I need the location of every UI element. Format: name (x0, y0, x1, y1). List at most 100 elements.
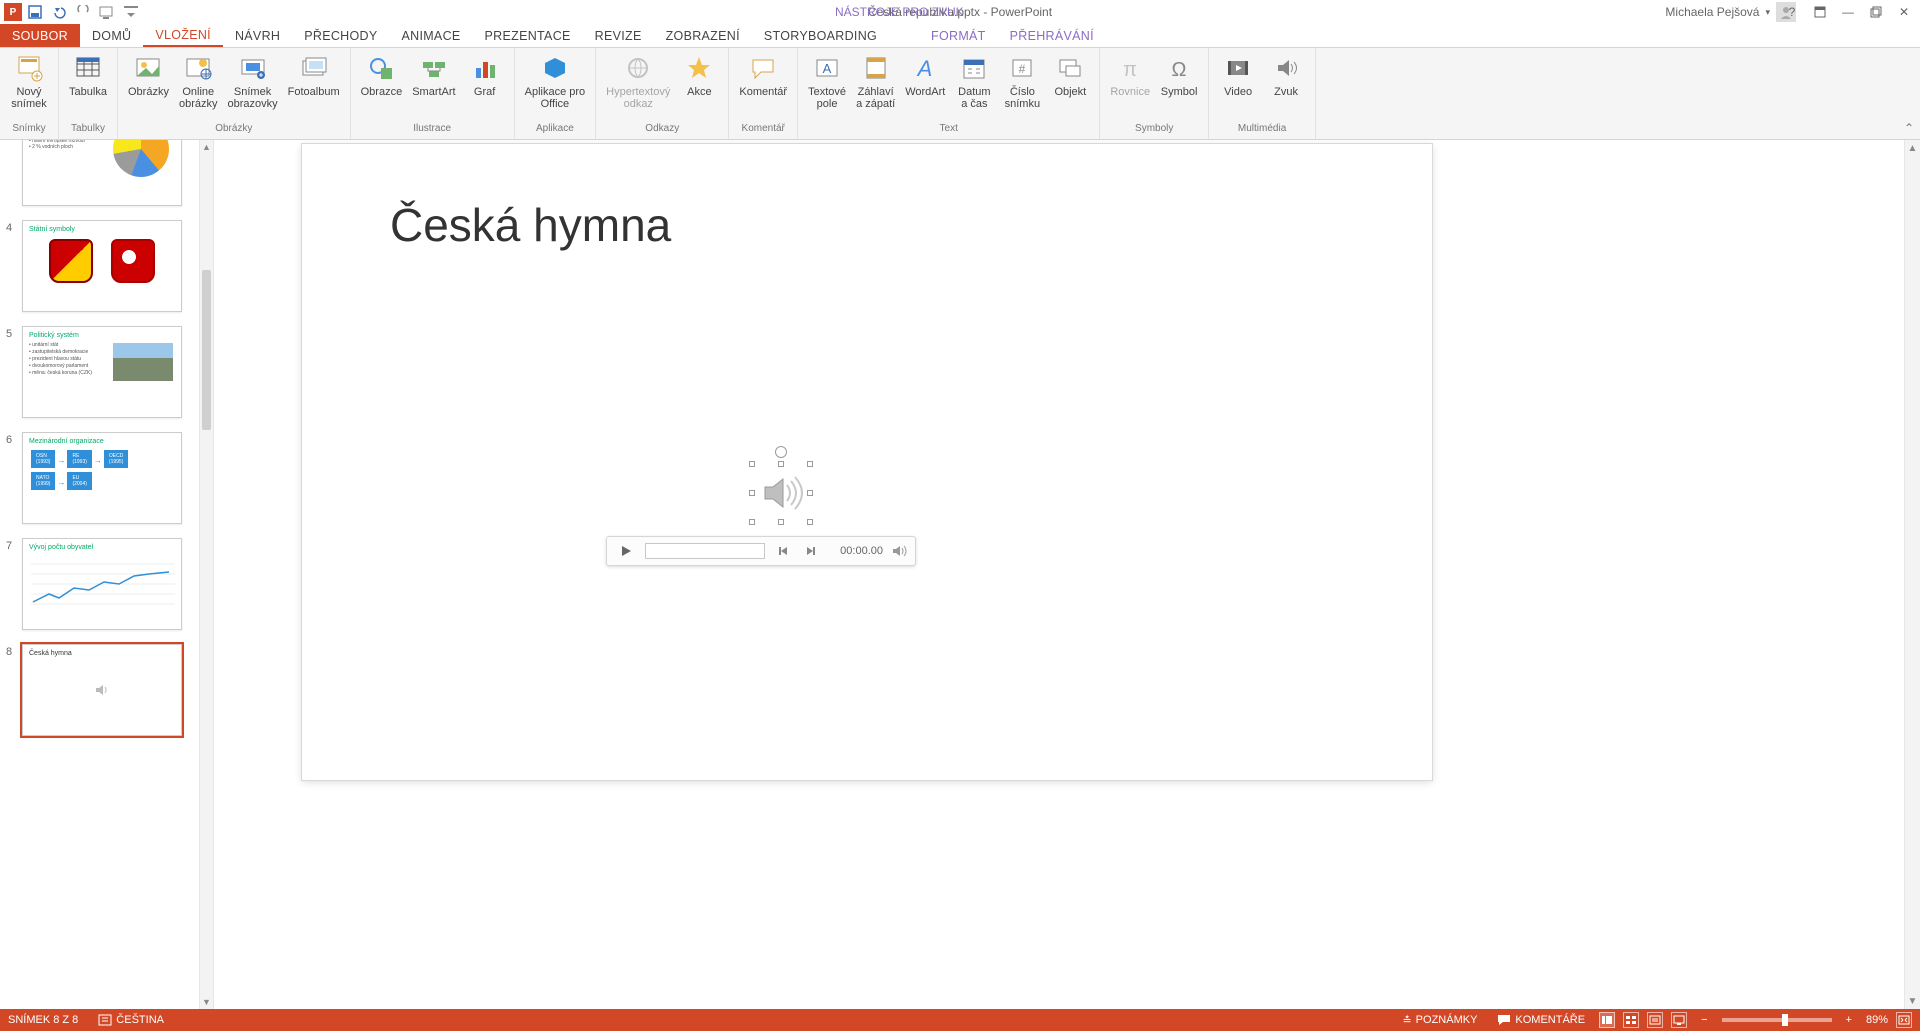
header-footer-button[interactable]: Záhlaví a zápatí (852, 50, 899, 112)
canvas-scrollbar[interactable]: ▲ ▼ (1904, 140, 1920, 1009)
group-label-tables: Tabulky (65, 123, 111, 139)
qat-more-button[interactable] (120, 1, 142, 23)
audio-time: 00:00.00 (840, 545, 883, 557)
slideshow-view-button[interactable] (1671, 1012, 1687, 1028)
wordart-button[interactable]: AWordArt (901, 50, 949, 100)
tab-view[interactable]: ZOBRAZENÍ (654, 24, 752, 47)
redo-button[interactable] (72, 1, 94, 23)
tab-animations[interactable]: ANIMACE (389, 24, 472, 47)
minimize-button[interactable]: — (1836, 2, 1860, 22)
scrollbar-thumb[interactable] (202, 270, 211, 430)
audio-object[interactable]: 00:00.00 (752, 464, 810, 522)
smartart-icon (418, 52, 450, 84)
tab-file[interactable]: SOUBOR (0, 24, 80, 47)
screenshot-button[interactable]: Snímek obrazovky (224, 50, 282, 112)
new-slide-button[interactable]: Nový snímek (6, 50, 52, 112)
slide-title[interactable]: Česká hymna (390, 198, 671, 252)
normal-view-button[interactable] (1599, 1012, 1615, 1028)
action-button[interactable]: Akce (676, 50, 722, 100)
tab-storyboarding[interactable]: STORYBOARDING (752, 24, 889, 47)
slide-canvas[interactable]: Česká hymna 00:00.00 (302, 144, 1432, 780)
tab-playback[interactable]: PŘEHRÁVÁNÍ (998, 24, 1106, 47)
zoom-level[interactable]: 89% (1866, 1014, 1888, 1026)
fit-to-window-button[interactable] (1896, 1012, 1912, 1028)
selection-handles[interactable] (752, 464, 810, 522)
user-account[interactable]: Michaela Pejšová ▾ (1665, 2, 1796, 22)
hyperlink-button: Hypertextový odkaz (602, 50, 674, 112)
tab-insert[interactable]: VLOŽENÍ (143, 24, 223, 47)
equation-icon: π (1114, 52, 1146, 84)
tab-slideshow[interactable]: PREZENTACE (473, 24, 583, 47)
start-from-beginning-button[interactable] (96, 1, 118, 23)
scroll-up-icon[interactable]: ▲ (1905, 140, 1920, 156)
svg-text:#: # (1019, 62, 1026, 76)
slide-thumbnail[interactable]: 5 Politický systém • unitární stát• zast… (0, 322, 199, 428)
slide-number-button[interactable]: #Číslo snímku (999, 50, 1045, 112)
user-name: Michaela Pejšová (1665, 5, 1759, 19)
speaker-icon (752, 464, 810, 522)
date-time-button[interactable]: Datum a čas (951, 50, 997, 112)
title-bar: P Česká republika.pptx - PowerPoint NÁST… (0, 0, 1920, 24)
reading-view-button[interactable] (1647, 1012, 1663, 1028)
textbox-button[interactable]: ATextové pole (804, 50, 850, 112)
apps-for-office-button[interactable]: Aplikace pro Office (521, 50, 590, 112)
header-footer-icon (860, 52, 892, 84)
scroll-up-icon[interactable]: ▲ (200, 140, 213, 154)
smartart-button[interactable]: SmartArt (408, 50, 459, 100)
scroll-down-icon[interactable]: ▼ (200, 995, 213, 1009)
photo-album-button[interactable]: Fotoalbum (284, 50, 344, 100)
slide-thumbnail[interactable]: 6 Mezinárodní organizace OSN(1993)→RE(19… (0, 428, 199, 534)
restore-button[interactable] (1864, 2, 1888, 22)
skip-back-button[interactable] (773, 545, 793, 557)
video-button[interactable]: Video (1215, 50, 1261, 100)
new-slide-icon (13, 52, 45, 84)
tab-design[interactable]: NÁVRH (223, 24, 292, 47)
group-label-illustrations: Ilustrace (357, 123, 508, 139)
ribbon-display-options-button[interactable] (1808, 2, 1832, 22)
contextual-tab-title: NÁSTROJE PRO ZVUK (835, 5, 964, 19)
help-button[interactable]: ? (1780, 2, 1804, 22)
slide-thumbnail[interactable]: 7 Vývoj počtu obyvatel (0, 534, 199, 640)
collapse-ribbon-button[interactable]: ⌃ (1904, 121, 1914, 135)
comment-icon (747, 52, 779, 84)
pictures-button[interactable]: Obrázky (124, 50, 173, 100)
symbol-button[interactable]: ΩSymbol (1156, 50, 1202, 100)
shapes-button[interactable]: Obrazce (357, 50, 407, 100)
skip-forward-button[interactable] (801, 545, 821, 557)
tab-home[interactable]: DOMŮ (80, 24, 143, 47)
svg-text:A: A (823, 61, 832, 76)
zoom-in-button[interactable]: + (1840, 1014, 1858, 1026)
seek-track[interactable] (645, 543, 765, 559)
slide-thumbnail[interactable]: 8 Česká hymna (0, 640, 199, 746)
tab-format[interactable]: FORMÁT (919, 24, 998, 47)
slide-counter[interactable]: SNÍMEK 8 Z 8 (8, 1014, 78, 1026)
comments-button[interactable]: KOMENTÁŘE (1491, 1014, 1591, 1026)
slide-thumbnail[interactable]: • vnitrozemský stát• rozloha – 78 886 km… (0, 140, 199, 216)
object-icon (1054, 52, 1086, 84)
play-button[interactable] (615, 544, 637, 558)
slide-sorter-view-button[interactable] (1623, 1012, 1639, 1028)
scroll-down-icon[interactable]: ▼ (1905, 993, 1920, 1009)
comment-button[interactable]: Komentář (735, 50, 791, 100)
zoom-out-button[interactable]: − (1695, 1014, 1713, 1026)
chart-button[interactable]: Graf (462, 50, 508, 100)
zoom-slider[interactable] (1722, 1018, 1832, 1022)
volume-button[interactable] (891, 543, 907, 559)
save-button[interactable] (24, 1, 46, 23)
audio-button[interactable]: Zvuk (1263, 50, 1309, 100)
svg-text:Ω: Ω (1172, 59, 1187, 81)
object-button[interactable]: Objekt (1047, 50, 1093, 100)
notes-button[interactable]: ≛ POZNÁMKY (1396, 1014, 1483, 1027)
slide-thumbnail[interactable]: 4 Státní symboly (0, 216, 199, 322)
tab-review[interactable]: REVIZE (583, 24, 654, 47)
rotate-handle[interactable] (775, 446, 787, 458)
thumbnail-scrollbar[interactable]: ▲ ▼ (199, 140, 213, 1009)
tab-transitions[interactable]: PŘECHODY (292, 24, 389, 47)
group-label-images: Obrázky (124, 123, 344, 139)
photo-album-icon (298, 52, 330, 84)
close-button[interactable]: ✕ (1892, 2, 1916, 22)
online-pictures-button[interactable]: Online obrázky (175, 50, 222, 112)
table-button[interactable]: Tabulka (65, 50, 111, 100)
language-button[interactable]: ČEŠTINA (92, 1013, 170, 1027)
undo-button[interactable] (48, 1, 70, 23)
